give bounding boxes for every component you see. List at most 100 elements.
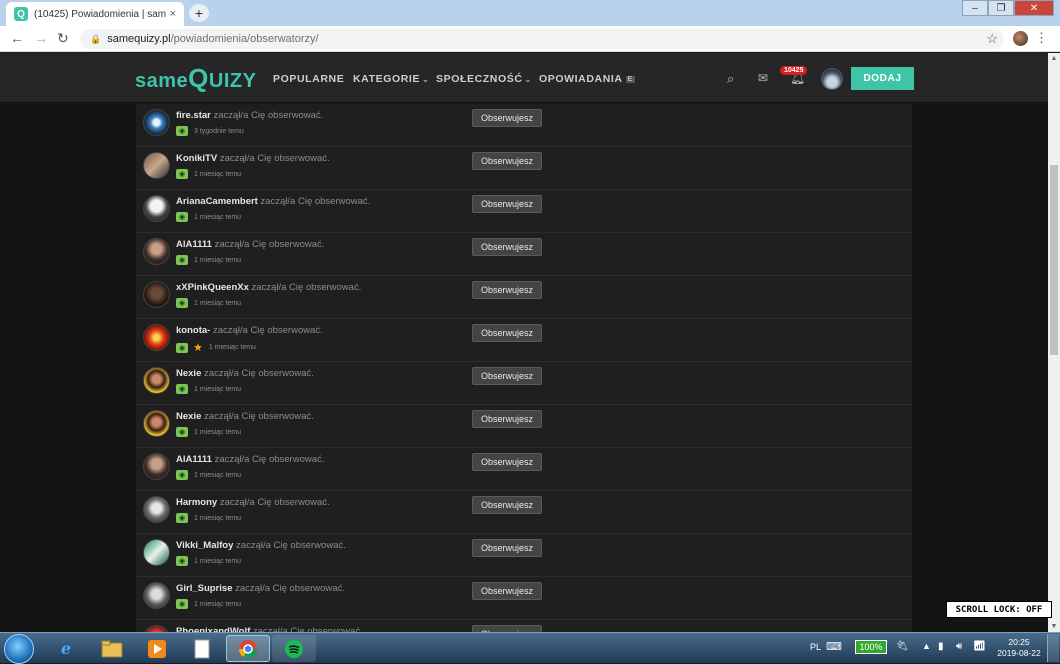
- tray-expand-icon[interactable]: ▲: [922, 641, 931, 651]
- list-item: konota- zaczął/a Cię obserwować. ◉ ★ 1 mies…: [136, 319, 912, 362]
- scroll-up-icon[interactable]: ▲: [1048, 55, 1060, 62]
- notification-meta: ◉ 1 miesiąc temu: [176, 556, 241, 566]
- nav-categories-label: KATEGORIE: [353, 73, 421, 85]
- following-button[interactable]: Obserwujesz: [472, 496, 542, 514]
- chevron-down-icon: ⌄: [422, 75, 430, 84]
- following-button[interactable]: Obserwujesz: [472, 109, 542, 127]
- add-button[interactable]: DODAJ: [851, 67, 914, 90]
- browser-menu-icon[interactable]: ⋮: [1035, 30, 1048, 46]
- mail-icon[interactable]: ✉: [758, 71, 768, 85]
- search-icon[interactable]: ⌕: [727, 71, 734, 87]
- username-link[interactable]: ArianaCamembert: [176, 196, 258, 207]
- username-link[interactable]: konota-: [176, 325, 210, 336]
- username-link[interactable]: KonikiTV: [176, 153, 217, 164]
- avatar[interactable]: [143, 238, 170, 265]
- timestamp: 1 miesiąc temu: [194, 170, 242, 178]
- internet-explorer-icon[interactable]: e: [44, 635, 88, 662]
- keyboard-icon[interactable]: ⌨: [826, 640, 842, 653]
- language-indicator[interactable]: PL: [810, 642, 821, 652]
- list-item: fire.star zaczął/a Cię obserwować. ◉ 3 tyg…: [136, 104, 912, 147]
- avatar[interactable]: [143, 496, 170, 523]
- avatar[interactable]: [143, 324, 170, 351]
- media-player-icon[interactable]: [135, 635, 179, 662]
- window-close-icon[interactable]: ✕: [1014, 0, 1054, 16]
- avatar[interactable]: [143, 281, 170, 308]
- scrollbar-thumb[interactable]: [1050, 165, 1058, 355]
- timestamp: 1 miesiąc temu: [194, 213, 242, 221]
- following-button[interactable]: Obserwujesz: [472, 367, 542, 385]
- username-link[interactable]: fire.star: [176, 110, 211, 121]
- volume-icon[interactable]: 🔊︎: [956, 641, 962, 652]
- username-link[interactable]: Vikki_Malfoy: [176, 540, 233, 551]
- battery-indicator[interactable]: 100%: [855, 640, 887, 654]
- following-button[interactable]: Obserwujesz: [472, 281, 542, 299]
- following-button[interactable]: Obserwujesz: [472, 195, 542, 213]
- notification-text: Nexie zaczął/a Cię obserwować.: [176, 368, 314, 379]
- minimize-icon[interactable]: –: [962, 0, 988, 16]
- avatar[interactable]: [143, 582, 170, 609]
- scroll-down-icon[interactable]: ▼: [1048, 623, 1060, 630]
- following-button[interactable]: Obserwujesz: [472, 453, 542, 471]
- avatar[interactable]: [143, 152, 170, 179]
- start-button[interactable]: [4, 634, 34, 664]
- list-item: Girl_Suprise zaczął/a Cię obserwować. ◉ 1 …: [136, 577, 912, 620]
- nav-categories[interactable]: KATEGORIE ⌄: [353, 73, 429, 85]
- site-favicon: Q: [14, 7, 28, 21]
- chrome-taskbar-icon[interactable]: [226, 635, 270, 662]
- list-item: AlA1111 zaczął/a Cię obserwować. ◉ 1 miesi…: [136, 448, 912, 491]
- username-link[interactable]: xXPinkQueenXx: [176, 282, 249, 293]
- nav-popular[interactable]: POPULARNE: [273, 73, 344, 85]
- device-icon[interactable]: ▮: [938, 641, 944, 652]
- timestamp: 1 miesiąc temu: [194, 299, 242, 307]
- username-link[interactable]: AlA1111: [176, 239, 212, 250]
- avatar[interactable]: [143, 410, 170, 437]
- following-button[interactable]: Obserwujesz: [472, 539, 542, 557]
- avatar[interactable]: [143, 539, 170, 566]
- signal-icon[interactable]: 📶︎: [973, 641, 986, 652]
- username-link[interactable]: Nexie: [176, 411, 201, 422]
- browser-tab-strip: Q (10425) Powiadomienia | sameQ × + – ❐ …: [0, 0, 1060, 26]
- document-icon[interactable]: [180, 635, 224, 662]
- username-link[interactable]: Nexie: [176, 368, 201, 379]
- site-logo[interactable]: sameQuizy: [135, 63, 256, 94]
- activity-text: zaczął/a Cię obserwować.: [214, 454, 325, 465]
- spotify-icon[interactable]: [272, 635, 316, 662]
- back-arrow-icon[interactable]: ←: [10, 30, 24, 46]
- page-scrollbar[interactable]: ▲ ▼: [1048, 53, 1060, 632]
- forward-arrow-icon[interactable]: →: [34, 30, 48, 46]
- following-button[interactable]: Obserwujesz: [472, 238, 542, 256]
- clock-date: 2019-08-22: [997, 648, 1041, 658]
- following-button[interactable]: Obserwujesz: [472, 152, 542, 170]
- avatar[interactable]: [143, 453, 170, 480]
- new-tab-button[interactable]: +: [189, 4, 209, 22]
- following-button[interactable]: Obserwujesz: [472, 582, 542, 600]
- taskbar-clock[interactable]: 20:25 2019-08-22: [993, 637, 1045, 659]
- stories-badge: E: [625, 75, 635, 83]
- notification-meta: ◉ ★ 1 miesiąc temu: [176, 341, 256, 354]
- browser-tab[interactable]: Q (10425) Powiadomienia | sameQ ×: [6, 2, 184, 26]
- show-desktop-button[interactable]: [1047, 634, 1059, 662]
- following-button[interactable]: Obserwujesz: [472, 410, 542, 428]
- notification-text: AlA1111 zaczął/a Cię obserwować.: [176, 454, 324, 465]
- file-explorer-icon[interactable]: [90, 635, 134, 662]
- eye-icon: ◉: [176, 169, 188, 179]
- restore-icon[interactable]: ❐: [988, 0, 1014, 16]
- avatar[interactable]: [143, 109, 170, 136]
- following-button[interactable]: Obserwujesz: [472, 625, 542, 632]
- avatar[interactable]: [143, 195, 170, 222]
- user-avatar[interactable]: [821, 68, 843, 90]
- username-link[interactable]: Girl_Suprise: [176, 583, 233, 594]
- following-button[interactable]: Obserwujesz: [472, 324, 542, 342]
- nav-stories[interactable]: OPOWIADANIA E: [539, 73, 635, 85]
- username-link[interactable]: Harmony: [176, 497, 217, 508]
- avatar[interactable]: [143, 625, 170, 632]
- avatar[interactable]: [143, 367, 170, 394]
- nav-community[interactable]: SPOŁECZNOŚĆ ⌄: [436, 73, 532, 85]
- address-bar[interactable]: 🔒 samequizy.pl/powiadomienia/obserwatorz…: [80, 29, 1004, 49]
- username-link[interactable]: AlA1111: [176, 454, 212, 465]
- power-plug-icon[interactable]: 🔌︎: [896, 641, 909, 652]
- close-tab-icon[interactable]: ×: [170, 8, 176, 20]
- reload-icon[interactable]: ↻: [57, 30, 69, 47]
- bookmark-star-icon[interactable]: ☆: [986, 31, 998, 47]
- browser-profile-avatar[interactable]: [1013, 31, 1028, 46]
